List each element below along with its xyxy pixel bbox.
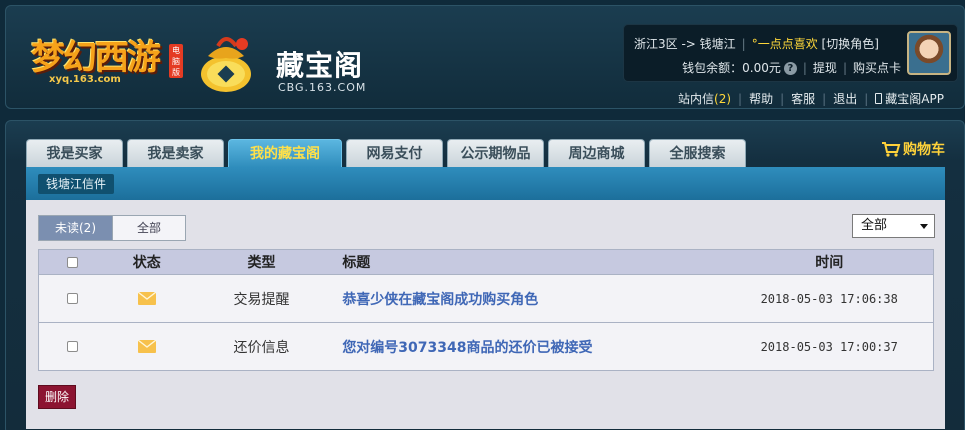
cbg-logo-text[interactable]: 藏宝阁: [276, 44, 363, 84]
divider: |: [741, 37, 746, 51]
mail-table: 状态 类型 标题 时间 交易提醒 恭喜少侠在藏宝阁成功购买角色 2018-05-…: [38, 249, 934, 371]
game-logo[interactable]: 梦幻西游 电脑版 xyq.163.com: [31, 30, 186, 90]
tab-my-cbg[interactable]: 我的藏宝阁: [228, 139, 342, 168]
main-panel: 我是买家 我是卖家 我的藏宝阁 网易支付 公示期物品 周边商城 全服搜索 购物车 钱塘江信件…: [5, 120, 965, 430]
logout-link[interactable]: 退出: [833, 92, 857, 106]
avatar[interactable]: [907, 31, 951, 75]
game-logo-text: 梦幻西游: [31, 38, 161, 78]
game-logo-badge: 电脑版: [169, 44, 183, 78]
service-link[interactable]: 客服: [791, 92, 815, 106]
help-link[interactable]: 帮助: [749, 92, 773, 106]
select-all-checkbox[interactable]: [67, 256, 79, 268]
cart-button[interactable]: 购物车: [881, 139, 945, 159]
envelope-icon: [137, 292, 156, 305]
row-type: 交易提醒: [233, 291, 290, 308]
row-title-link[interactable]: 您对编号3073348商品的还价已被接受: [342, 340, 592, 356]
mail-filter: 未读(2) 全部: [38, 215, 186, 241]
app-link[interactable]: 藏宝阁APP: [875, 92, 944, 106]
select-value: 全部: [861, 218, 888, 233]
row-time: 2018-05-03 17:06:38: [760, 291, 898, 306]
switch-role-link[interactable]: [切换角色]: [822, 37, 879, 51]
delete-button[interactable]: 删除: [38, 385, 77, 409]
divider: |: [822, 92, 827, 106]
tab-global-search[interactable]: 全服搜索: [649, 139, 746, 168]
tab-netease-pay[interactable]: 网易支付: [346, 139, 443, 168]
phone-icon: [875, 93, 883, 104]
filter-all-button[interactable]: 全部: [112, 216, 185, 240]
filter-unread-button[interactable]: 未读(2): [39, 216, 112, 240]
help-question-icon[interactable]: ?: [783, 62, 797, 75]
divider: |: [864, 92, 869, 106]
tab-mall[interactable]: 周边商城: [548, 139, 645, 168]
chevron-down-icon: [920, 224, 928, 229]
envelope-icon: [137, 340, 156, 353]
cbg-money-bag-icon: [196, 34, 260, 94]
withdraw-link[interactable]: 提现: [813, 61, 837, 75]
user-info-box: 浙江3区 -> 钱塘江 | °一点点喜欢 [切换角色] 钱包余额：0.00元? | 提现…: [623, 24, 958, 82]
app-label: 藏宝阁APP: [885, 92, 944, 106]
inbox-count: (2): [714, 92, 732, 106]
inbox-link[interactable]: 站内信(2): [678, 92, 731, 106]
user-nickname: °一点点喜欢: [751, 37, 818, 51]
site-header: 梦幻西游 电脑版 xyq.163.com 藏宝阁 CBG.163.COM 浙江3…: [5, 5, 965, 109]
inbox-label: 站内信: [678, 92, 715, 106]
row-checkbox[interactable]: [67, 341, 79, 352]
divider: |: [738, 92, 743, 106]
tab-seller[interactable]: 我是卖家: [127, 139, 224, 168]
divider: |: [802, 61, 807, 75]
wallet-balance: 钱包余额：0.00元: [682, 61, 781, 75]
cart-icon: [882, 142, 901, 157]
divider: |: [780, 92, 785, 106]
table-row: 交易提醒 恭喜少侠在藏宝阁成功购买角色 2018-05-03 17:06:38: [39, 274, 933, 322]
header-title: 标题: [342, 255, 371, 271]
row-type: 还价信息: [233, 339, 290, 356]
header-time: 时间: [815, 255, 844, 271]
divider: |: [842, 61, 847, 75]
sub-nav-bar: 钱塘江信件: [26, 167, 945, 200]
buy-card-link[interactable]: 购买点卡: [853, 61, 901, 75]
row-time: 2018-05-03 17:00:37: [760, 339, 898, 354]
game-logo-domain: xyq.163.com: [49, 74, 121, 85]
row-checkbox[interactable]: [67, 293, 79, 304]
tab-buyer[interactable]: 我是买家: [26, 139, 123, 168]
cbg-logo-domain: CBG.163.COM: [278, 81, 367, 94]
header-type: 类型: [247, 255, 276, 271]
cart-label: 购物车: [903, 142, 945, 158]
server-name: 浙江3区 -> 钱塘江: [634, 37, 736, 51]
row-title-link[interactable]: 恭喜少侠在藏宝阁成功购买角色: [342, 292, 538, 308]
mail-content: 未读(2) 全部 全部 状态 类型 标题 时间 交易提醒 恭喜少侠在藏宝阁成功购买…: [26, 200, 945, 429]
table-header: 状态 类型 标题 时间: [39, 250, 933, 274]
header-state: 状态: [132, 255, 161, 271]
tab-public-items[interactable]: 公示期物品: [447, 139, 544, 168]
main-tabs: 我是买家 我是卖家 我的藏宝阁 网易支付 公示期物品 周边商城 全服搜索: [26, 139, 750, 168]
table-row: 还价信息 您对编号3073348商品的还价已被接受 2018-05-03 17:…: [39, 322, 933, 370]
mail-type-select[interactable]: 全部: [852, 214, 935, 238]
subtab-server-mail[interactable]: 钱塘江信件: [38, 174, 115, 194]
top-nav: 站内信(2) | 帮助 | 客服 | 退出 | 藏宝阁APP: [678, 90, 944, 107]
